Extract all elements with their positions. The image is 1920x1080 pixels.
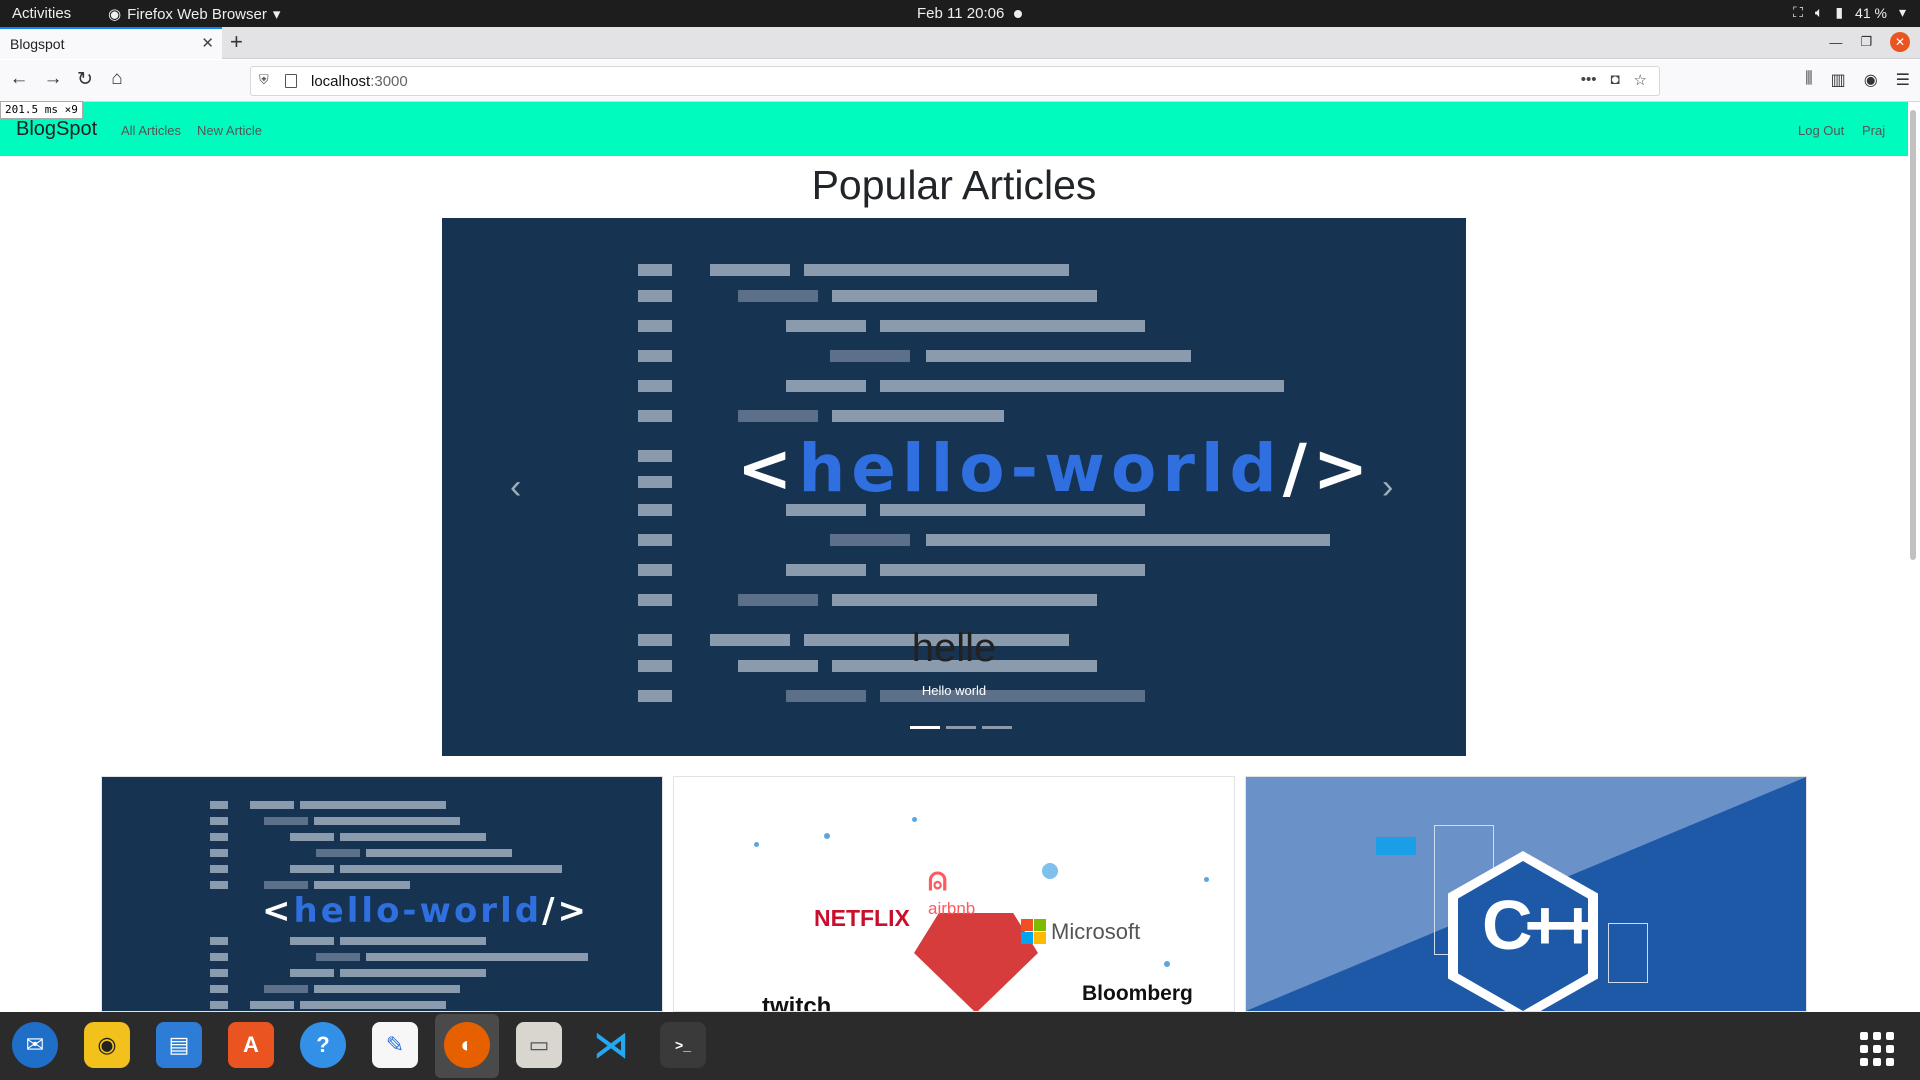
carousel-prev-icon[interactable]: ‹ xyxy=(510,468,521,507)
article-card-1[interactable]: <hello-world/> xyxy=(101,776,663,1012)
tab-title: Blogspot xyxy=(10,36,65,52)
card-code-main: hello-world xyxy=(293,891,543,931)
terminal-icon[interactable]: >_ xyxy=(660,1022,706,1068)
page-title: Popular Articles xyxy=(811,162,1097,208)
account-icon[interactable]: ◉ xyxy=(1864,70,1878,90)
clock-label: Feb 11 20:06 xyxy=(917,5,1005,22)
reload-icon[interactable]: ↻ xyxy=(72,68,98,91)
cpp-logo: C++ xyxy=(1482,886,1598,964)
card-code-prefix: < xyxy=(262,891,294,931)
maximize-icon[interactable]: ❐ xyxy=(1860,34,1872,50)
chevron-down-icon: ▾ xyxy=(272,6,281,23)
article-carousel[interactable]: <hello-world/> helle Hello world ‹ › xyxy=(442,218,1466,756)
nav-new-article[interactable]: New Article xyxy=(197,123,262,138)
volume-icon: 🔈︎ xyxy=(1814,4,1824,20)
thunderbird-icon[interactable]: ✉ xyxy=(12,1022,58,1068)
indicator-2[interactable] xyxy=(946,726,976,729)
ui-sketch-frame xyxy=(1608,923,1648,983)
microsoft-logo: Microsoft xyxy=(1051,919,1141,944)
minimize-icon[interactable]: — xyxy=(1829,35,1842,50)
slide-code-suffix: /> xyxy=(1282,430,1375,507)
menu-icon[interactable]: ☰ xyxy=(1896,70,1910,90)
library-icon[interactable]: ⫼ xyxy=(1805,70,1812,90)
app-menu-label: Firefox Web Browser xyxy=(127,5,267,23)
airbnb-logo: airbnb xyxy=(928,899,976,918)
nav-user[interactable]: Praj xyxy=(1862,123,1885,138)
chevron-down-icon: ▾ xyxy=(1898,4,1906,20)
notification-dot-icon xyxy=(1014,9,1023,18)
slide-code-prefix: < xyxy=(737,430,799,507)
indicator-3[interactable] xyxy=(982,726,1012,729)
activities-button[interactable]: Activities xyxy=(12,5,71,22)
bookmark-star-icon[interactable]: ☆ xyxy=(1634,71,1647,89)
article-card-3[interactable]: C++ xyxy=(1245,776,1807,1012)
site-navbar: BlogSpot All Articles New Article Log Ou… xyxy=(0,102,1908,156)
close-window-icon[interactable]: ✕ xyxy=(1890,32,1910,52)
tracking-shield-icon[interactable]: ⛨ xyxy=(259,72,269,88)
site-brand[interactable]: BlogSpot xyxy=(16,118,97,141)
files-icon[interactable]: ▭ xyxy=(516,1022,562,1068)
software-icon[interactable]: A xyxy=(228,1022,274,1068)
url-port: :3000 xyxy=(370,73,408,90)
app-menu[interactable]: ◉ Firefox Web Browser ▾ xyxy=(108,5,281,24)
url-actions: ••• ◘ ☆ xyxy=(1581,71,1647,89)
netflix-logo: NETFLIX xyxy=(814,905,910,931)
nav-logout[interactable]: Log Out xyxy=(1798,123,1844,138)
firefox-icon[interactable]: ◐ xyxy=(444,1022,490,1068)
battery-level: 41 % xyxy=(1855,4,1887,21)
battery-icon: ▮ xyxy=(1835,4,1844,20)
toolbar-right: ⫼ ▥ ◉ ☰ xyxy=(1805,70,1910,90)
indicator-1[interactable] xyxy=(910,726,940,729)
perf-overlay: 201.5 ms ×9 xyxy=(0,101,83,119)
new-tab-button[interactable]: + xyxy=(230,29,243,55)
carousel-caption-title: helle xyxy=(911,626,997,670)
dock: ✉ ◉ ▤ A ? ✎ ◐ ▭ ⋊ >_ xyxy=(0,1012,1920,1080)
network-icon: ⛶ xyxy=(1793,4,1803,20)
slide-code-main: hello-world xyxy=(798,430,1283,507)
microsoft-mark-icon xyxy=(1021,919,1046,944)
card-code-text: <hello-world/> xyxy=(262,891,589,931)
article-card-2[interactable]: NETFLIX ⍝ airbnb Microsoft Bloomberg twi… xyxy=(673,776,1235,1012)
help-icon[interactable]: ? xyxy=(300,1022,346,1068)
page-info-icon[interactable] xyxy=(285,74,297,88)
show-applications-icon[interactable] xyxy=(1860,1032,1894,1066)
system-top-bar: Activities ◉ Firefox Web Browser ▾ Feb 1… xyxy=(0,0,1920,27)
carousel-caption-text: Hello world xyxy=(921,683,987,698)
ui-sketch-block xyxy=(1376,837,1416,855)
carousel-indicators xyxy=(910,726,1012,729)
system-tray[interactable]: ⛶ 🔈︎ ▮ 41 % ▾ xyxy=(1793,4,1906,21)
vscode-icon[interactable]: ⋊ xyxy=(588,1022,634,1068)
clock[interactable]: Feb 11 20:06 xyxy=(917,5,1023,22)
page-scrollbar[interactable] xyxy=(1910,110,1916,560)
tab-strip: Blogspot ✕ + — ❐ ✕ xyxy=(0,27,1920,59)
rhythmbox-icon[interactable]: ◉ xyxy=(84,1022,130,1068)
slide-code-text: <hello-world/> xyxy=(737,430,1374,507)
url-bar[interactable]: ⛨ localhost:3000 ••• ◘ ☆ xyxy=(250,66,1660,96)
airbnb-mark-icon: ⍝ xyxy=(928,861,948,897)
page-actions-icon[interactable]: ••• xyxy=(1581,71,1597,89)
home-icon[interactable]: ⌂ xyxy=(104,68,130,90)
bloomberg-logo: Bloomberg xyxy=(1082,982,1193,1005)
writer-icon[interactable]: ▤ xyxy=(156,1022,202,1068)
pocket-icon[interactable]: ◘ xyxy=(1610,71,1619,89)
tab-blogspot[interactable]: Blogspot ✕ xyxy=(0,27,222,59)
firefox-small-icon: ◉ xyxy=(108,6,122,23)
navigation-toolbar: ← → ↻ ⌂ ⛨ localhost:3000 ••• ◘ ☆ ⫼ ▥ ◉ ☰ xyxy=(0,60,1920,102)
forward-icon[interactable]: → xyxy=(40,68,66,90)
nav-all-articles[interactable]: All Articles xyxy=(121,123,181,138)
card-code-suffix: /> xyxy=(542,891,589,931)
text-editor-icon[interactable]: ✎ xyxy=(372,1022,418,1068)
back-icon[interactable]: ← xyxy=(6,68,32,90)
url-host: localhost xyxy=(311,73,371,90)
twitch-logo: twitch xyxy=(762,993,832,1012)
sidebar-icon[interactable]: ▥ xyxy=(1831,70,1846,90)
url-text[interactable]: localhost:3000 xyxy=(311,73,408,90)
close-tab-icon[interactable]: ✕ xyxy=(201,34,214,52)
window-controls: — ❐ ✕ xyxy=(1829,32,1910,52)
carousel-next-icon[interactable]: › xyxy=(1382,468,1393,507)
